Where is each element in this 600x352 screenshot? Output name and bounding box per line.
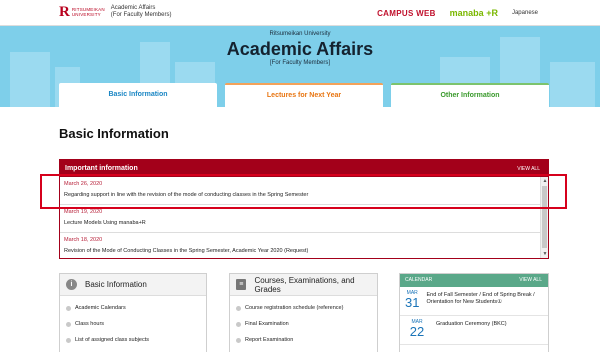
important-information-title: Important information [65,165,138,172]
list-item[interactable]: Academic Calendars [66,300,200,316]
item-label: List of assigned class subjects [75,337,149,343]
event-title: End of Fall Semester / End of Spring Bre… [426,292,535,305]
calendar-item[interactable]: MAR 22 Graduation Ceremony (BKC) [400,316,548,345]
site-title-line1: Academic Affairs [110,5,156,11]
item-date: March 18, 2020 [64,237,103,243]
scroll-down-icon[interactable]: ▼ [541,251,549,257]
page-title: Basic Information [59,126,169,141]
bullet-icon [236,337,241,343]
language-switch[interactable]: Japanese [512,10,538,16]
event-day: 22 [409,324,425,339]
logo-wordmark: RITSUMEIKAN UNIVERSITY [72,7,105,17]
important-information-panel: Important information VIEW ALL March 26,… [59,159,549,259]
list-item[interactable]: Report Examination [236,332,371,348]
list-item[interactable]: Course registration schedule (reference) [236,300,371,316]
list-item[interactable]: List of assigned class subjects [66,332,200,348]
list-item[interactable]: Class hours [66,316,200,332]
item-label: Report Examination [245,337,294,343]
scroll-thumb[interactable] [542,186,547,248]
bullet-icon [66,321,71,327]
calendar-item[interactable]: MAR 31 End of Fall Semester / End of Spr… [400,287,548,316]
bullet-icon [66,337,71,343]
item-label: Final Examination [245,321,289,327]
item-date: March 26, 2020 [64,181,103,187]
manaba-label: manaba [449,8,484,18]
list-item[interactable]: March 18, 2020 Revision of the Mode of C… [60,233,540,258]
basic-information-panel: i Basic Information Academic Calendars C… [59,273,207,352]
list-item[interactable]: March 26, 2020 Regarding support in line… [60,177,540,205]
hero-subtitle: [For Faculty Members] [269,60,330,66]
site-title: Academic Affairs (For Faculty Members) [111,5,172,19]
tab-lectures-next-year[interactable]: Lectures for Next Year [225,83,383,107]
list-item[interactable]: Final Examination [236,316,371,332]
building-illustration [550,62,595,107]
site-title-line2: (For Faculty Members) [110,12,172,18]
bullet-icon [236,321,241,327]
item-link[interactable]: Lecture Models Using manaba+R [64,220,536,226]
item-label: Class hours [75,321,105,327]
main-tabs: Basic Information Lectures for Next Year… [59,83,549,107]
calendar-panel: CALENDAR VIEW ALL MAR 31 End of Fall Sem… [399,273,549,352]
document-icon: ≡ [236,279,247,290]
panel-title: Basic Information [85,280,147,289]
calendar-view-all-link[interactable]: VIEW ALL [519,277,542,283]
view-all-link[interactable]: VIEW ALL [517,166,540,172]
item-label: Academic Calendars [75,305,126,311]
event-day: 31 [405,295,420,310]
item-label: Course registration schedule (reference) [245,305,344,311]
important-information-list: March 26, 2020 Regarding support in line… [60,177,540,258]
bullet-icon [236,305,241,311]
hero-title: Academic Affairs [226,39,374,59]
bullet-icon [66,305,71,311]
scroll-up-icon[interactable]: ▲ [541,178,549,184]
logo-line2: UNIVERSITY [71,12,101,17]
event-title: Graduation Ceremony (BKC) [436,321,507,327]
panel-title: Courses, Examinations, and Grades [254,275,355,294]
campus-web-link[interactable]: CAMPUS WEB [377,9,436,18]
item-link[interactable]: Revision of the Mode of Conducting Class… [64,248,536,254]
info-icon: i [66,279,77,290]
tab-other-information[interactable]: Other Information [391,83,549,107]
tab-basic-information[interactable]: Basic Information [59,83,217,107]
list-item[interactable]: March 19, 2020 Lecture Models Using mana… [60,205,540,233]
important-information-header: Important information VIEW ALL [60,160,548,177]
university-logo[interactable]: R RITSUMEIKAN UNIVERSITY Academic Affair… [59,5,171,20]
calendar-title: CALENDAR [405,277,433,283]
logo-mark: R [59,4,70,20]
manaba-plus-label: +R [486,8,498,18]
scrollbar[interactable]: ▲ ▼ [540,177,548,258]
item-link[interactable]: Regarding support in line with the revis… [64,192,536,198]
site-header: R RITSUMEIKAN UNIVERSITY Academic Affair… [0,0,600,26]
hero-university: Ritsumeikan University [269,31,331,37]
item-date: March 19, 2020 [64,209,103,215]
courses-panel: ≡ Courses, Examinations, and Grades Cour… [229,273,378,352]
manaba-link[interactable]: manaba +R [450,8,498,18]
